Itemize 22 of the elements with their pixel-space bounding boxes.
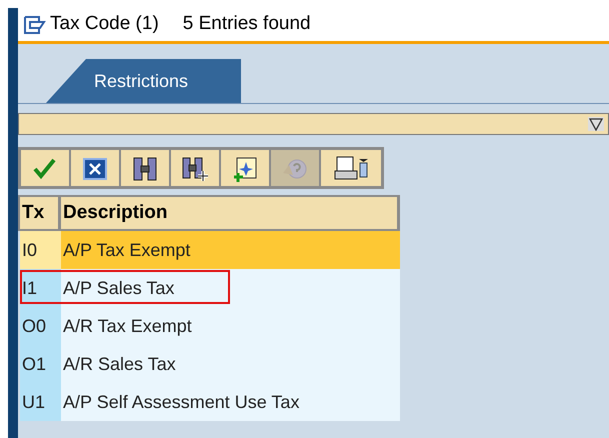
table-cell: U1 (20, 383, 61, 421)
table-cell: O1 (20, 345, 61, 383)
table-cell: A/P Self Assessment Use Tax (61, 383, 400, 421)
table-cell: A/R Sales Tax (61, 345, 400, 383)
table-cell: I0 (20, 231, 61, 269)
table-cell: A/R Tax Exempt (61, 307, 400, 345)
dialog-icon (22, 14, 46, 36)
new-button[interactable] (221, 150, 269, 186)
find-next-button[interactable] (171, 150, 219, 186)
window-title: Tax Code (1) (50, 12, 159, 36)
print-button[interactable] (321, 150, 381, 186)
column-header[interactable]: Tx (20, 197, 58, 229)
column-header[interactable]: Description (61, 197, 397, 229)
cancel-button[interactable] (71, 150, 119, 186)
filter-icon[interactable] (588, 117, 604, 131)
find-button[interactable] (121, 150, 169, 186)
table-cell: O0 (20, 307, 61, 345)
table-cell: A/P Sales Tax (61, 269, 400, 307)
window-subtitle: 5 Entries found (182, 12, 311, 36)
tab[interactable]: Restrictions (46, 59, 241, 103)
table-cell: A/P Tax Exempt (61, 231, 400, 269)
check-button[interactable] (21, 150, 69, 186)
